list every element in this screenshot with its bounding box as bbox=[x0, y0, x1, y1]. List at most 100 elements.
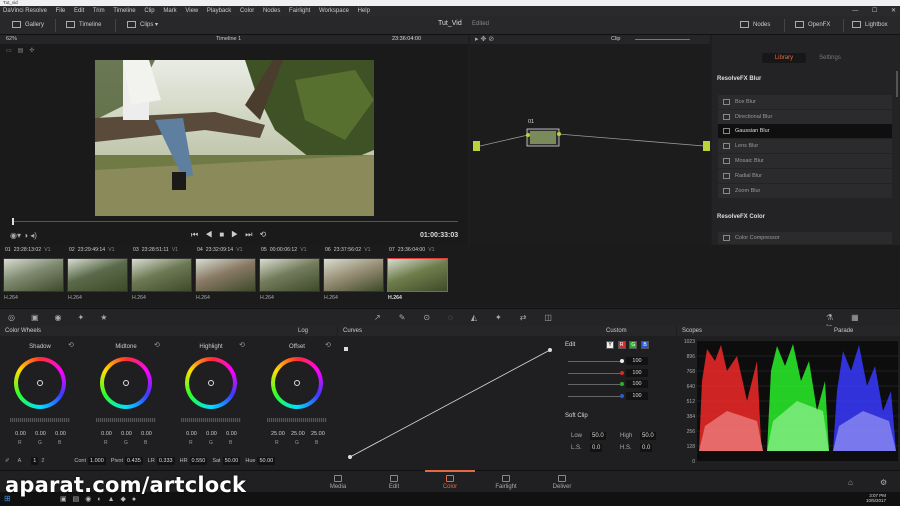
wheel-value-r[interactable]: 0.00 bbox=[14, 431, 27, 437]
gallery-button[interactable]: Gallery bbox=[12, 20, 44, 31]
menu-clip[interactable]: Clip bbox=[144, 8, 154, 14]
menu-edit[interactable]: Edit bbox=[74, 8, 84, 14]
wheel-value-b[interactable]: 25.00 bbox=[311, 431, 325, 437]
fx-box-blur[interactable]: Box Blur bbox=[718, 95, 892, 109]
picker-icon[interactable]: ✐ bbox=[5, 458, 10, 464]
menu-fairlight[interactable]: Fairlight bbox=[289, 8, 310, 14]
wheel-value-g[interactable]: 0.00 bbox=[120, 431, 133, 437]
fx-radial-blur[interactable]: Radial Blur bbox=[718, 169, 892, 183]
menu-view[interactable]: View bbox=[185, 8, 198, 14]
menu-help[interactable]: Help bbox=[358, 8, 370, 14]
color-wheel-midtone[interactable] bbox=[100, 357, 152, 409]
playhead[interactable] bbox=[12, 218, 14, 225]
wheel-value-r[interactable]: 0.00 bbox=[100, 431, 113, 437]
node-graph-panel[interactable]: ▸ ✥ ⊘ Clip 01 bbox=[470, 35, 710, 245]
nodes-button[interactable]: Nodes bbox=[740, 20, 770, 31]
wheel-master-slider[interactable] bbox=[96, 418, 156, 422]
menu-trim[interactable]: Trim bbox=[93, 8, 105, 14]
edit-g-value[interactable]: 100 bbox=[626, 380, 648, 388]
edit-b-value[interactable]: 100 bbox=[626, 392, 648, 400]
menu-playback[interactable]: Playback bbox=[207, 8, 231, 14]
clip-thumbnail[interactable] bbox=[195, 258, 256, 292]
fx-zoom-blur[interactable]: Zoom Blur bbox=[718, 184, 892, 198]
viewer-scrubber[interactable] bbox=[12, 221, 458, 222]
color-wheel-highlight[interactable] bbox=[185, 357, 237, 409]
fx-lens-blur[interactable]: Lens Blur bbox=[718, 139, 892, 153]
tab-settings[interactable]: Settings bbox=[810, 53, 850, 63]
page-2-button[interactable]: 2 bbox=[41, 458, 44, 464]
hue-field[interactable]: 50.00 bbox=[257, 457, 276, 465]
menu-file[interactable]: File bbox=[56, 8, 66, 14]
curve-editor[interactable] bbox=[344, 341, 558, 465]
fx-gaussian-blur[interactable]: Gaussian Blur bbox=[718, 124, 892, 138]
maximize-icon[interactable]: ☐ bbox=[872, 8, 877, 14]
channel-b-button[interactable]: B bbox=[641, 341, 650, 349]
clips-button[interactable]: Clips ▾ bbox=[127, 20, 158, 31]
zoom-level[interactable]: 62% bbox=[6, 35, 17, 44]
wheel-value-g[interactable]: 25.00 bbox=[291, 431, 305, 437]
scopes-mode-select[interactable]: Parade bbox=[834, 326, 853, 336]
menu-app[interactable]: DaVinci Resolve bbox=[3, 8, 47, 14]
wheels-mode-select[interactable]: Log bbox=[298, 326, 308, 336]
palette-left-icons[interactable]: ◎▣◉✦★ bbox=[8, 313, 123, 322]
ls-field[interactable]: 0.0 bbox=[590, 444, 603, 452]
wheel-value-b[interactable]: 0.00 bbox=[225, 431, 238, 437]
page-fairlight[interactable]: Fairlight bbox=[486, 475, 526, 490]
fx-color-compressor[interactable]: Color Compressor bbox=[718, 232, 892, 244]
color-wheel-offset[interactable] bbox=[271, 357, 323, 409]
wheel-master-slider[interactable] bbox=[181, 418, 241, 422]
menu-timeline[interactable]: Timeline bbox=[113, 8, 135, 14]
clip-thumbnail[interactable] bbox=[323, 258, 384, 292]
home-icon[interactable]: ⌂ bbox=[848, 478, 853, 487]
viewer-options-icon[interactable]: ◉▾ ◑ ◂) bbox=[10, 231, 37, 240]
channel-g-button[interactable]: G bbox=[629, 341, 638, 349]
wheel-value-g[interactable]: 0.00 bbox=[205, 431, 218, 437]
color-wheel-shadow[interactable] bbox=[14, 357, 66, 409]
wheel-center-handle[interactable] bbox=[123, 380, 129, 386]
timeline-name[interactable]: Timeline 1 bbox=[216, 35, 241, 44]
low-field[interactable]: 50.0 bbox=[590, 432, 606, 440]
reset-icon[interactable]: ⟲ bbox=[154, 341, 160, 349]
library-scrollbar[interactable] bbox=[896, 71, 898, 97]
reset-icon[interactable]: ⟲ bbox=[68, 341, 74, 349]
fx-directional-blur[interactable]: Directional Blur bbox=[718, 110, 892, 124]
auto-icon[interactable]: A bbox=[18, 458, 22, 464]
wheel-value-g[interactable]: 0.00 bbox=[34, 431, 47, 437]
menu-mark[interactable]: Mark bbox=[163, 8, 176, 14]
reset-icon[interactable]: ⟲ bbox=[325, 341, 331, 349]
edit-b-row[interactable]: 100 bbox=[568, 392, 653, 400]
clip-thumbnail[interactable] bbox=[3, 258, 64, 292]
page-1-button[interactable]: 1 bbox=[31, 457, 39, 465]
clip-thumbnail[interactable] bbox=[67, 258, 128, 292]
wheel-center-handle[interactable] bbox=[37, 380, 43, 386]
high-field[interactable]: 50.0 bbox=[640, 432, 656, 440]
page-edit[interactable]: Edit bbox=[374, 475, 414, 490]
openfx-button[interactable]: OpenFX bbox=[795, 20, 830, 31]
menu-workspace[interactable]: Workspace bbox=[319, 8, 349, 14]
minimize-icon[interactable]: — bbox=[852, 8, 858, 14]
edit-y-row[interactable]: 100 bbox=[568, 357, 653, 365]
palette-center-icons[interactable]: ↗✎⊙◌◭✦⇄◫ bbox=[374, 313, 570, 322]
close-icon[interactable]: ✕ bbox=[891, 8, 896, 14]
page-deliver[interactable]: Deliver bbox=[542, 475, 582, 490]
sat-field[interactable]: 50.00 bbox=[222, 457, 241, 465]
menu-nodes[interactable]: Nodes bbox=[263, 8, 280, 14]
hr-field[interactable]: 0.550 bbox=[189, 457, 208, 465]
wheel-center-handle[interactable] bbox=[208, 380, 214, 386]
transport-controls[interactable]: ⏮◀■▶⏭⟲ bbox=[191, 230, 273, 240]
contrast-field[interactable]: 1.000 bbox=[88, 457, 106, 465]
settings-gear-icon[interactable]: ⚙ bbox=[880, 478, 887, 487]
wheel-value-r[interactable]: 0.00 bbox=[185, 431, 198, 437]
tab-library[interactable]: Library bbox=[762, 53, 806, 63]
viewer-tool-icons[interactable]: ▭▤✣ bbox=[6, 47, 46, 54]
page-color[interactable]: Color bbox=[430, 475, 470, 490]
page-media[interactable]: Media bbox=[318, 475, 358, 490]
wheel-value-r[interactable]: 25.00 bbox=[271, 431, 285, 437]
wheel-master-slider[interactable] bbox=[10, 418, 70, 422]
hs-field[interactable]: 0.0 bbox=[640, 444, 653, 452]
wheel-master-slider[interactable] bbox=[267, 418, 327, 422]
wheel-center-handle[interactable] bbox=[294, 380, 300, 386]
curves-mode-select[interactable]: Custom bbox=[606, 326, 627, 336]
lightbox-button[interactable]: Lightbox bbox=[852, 20, 888, 31]
menu-color[interactable]: Color bbox=[240, 8, 254, 14]
